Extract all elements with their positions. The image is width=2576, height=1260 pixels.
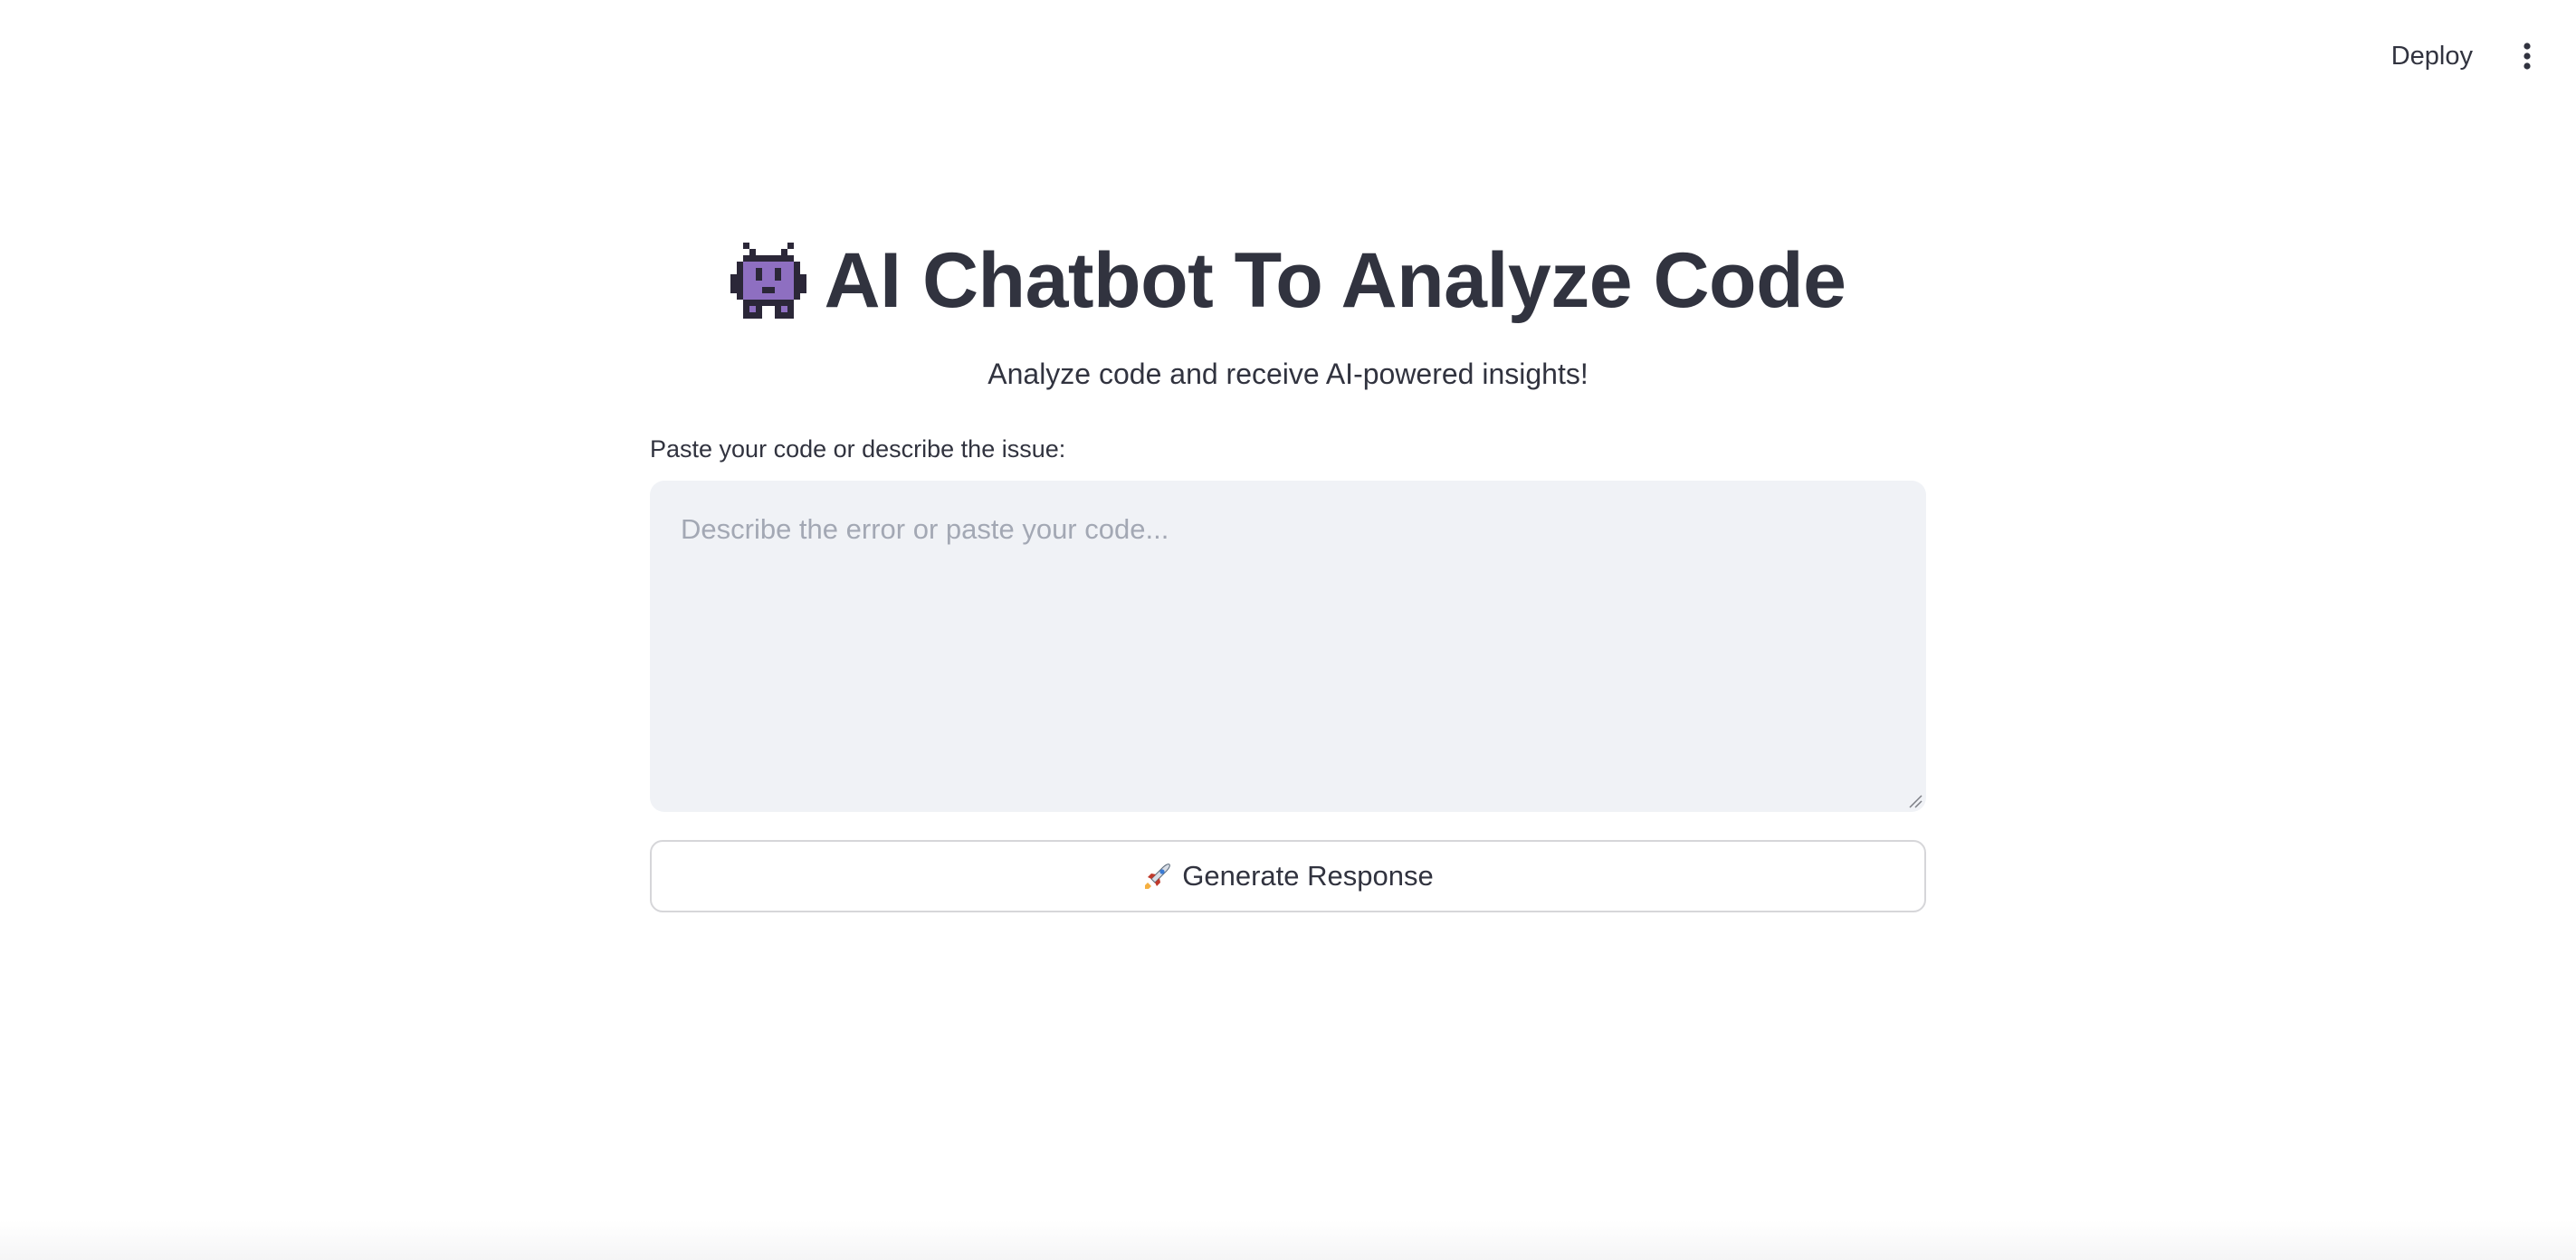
page-subtitle: Analyze code and receive AI-powered insi…	[987, 358, 1589, 390]
generate-response-label: Generate Response	[1182, 860, 1434, 892]
page-title-row: AI Chatbot To Analyze Code	[650, 226, 1926, 335]
deploy-button[interactable]: Deploy	[2375, 31, 2489, 82]
alien-monster-icon	[730, 243, 806, 319]
main-menu-button[interactable]	[2507, 36, 2547, 76]
code-input-label: Paste your code or describe the issue:	[650, 435, 1066, 463]
code-input[interactable]	[650, 481, 1926, 812]
bottom-fade	[0, 1220, 2576, 1260]
app-toolbar: Deploy	[2375, 0, 2576, 112]
rocket-icon	[1145, 864, 1171, 889]
more-vertical-icon	[2524, 43, 2531, 70]
resize-handle-icon[interactable]	[1908, 794, 1922, 808]
generate-response-button[interactable]: Generate Response	[650, 840, 1926, 912]
page-title: AI Chatbot To Analyze Code	[824, 236, 1846, 324]
